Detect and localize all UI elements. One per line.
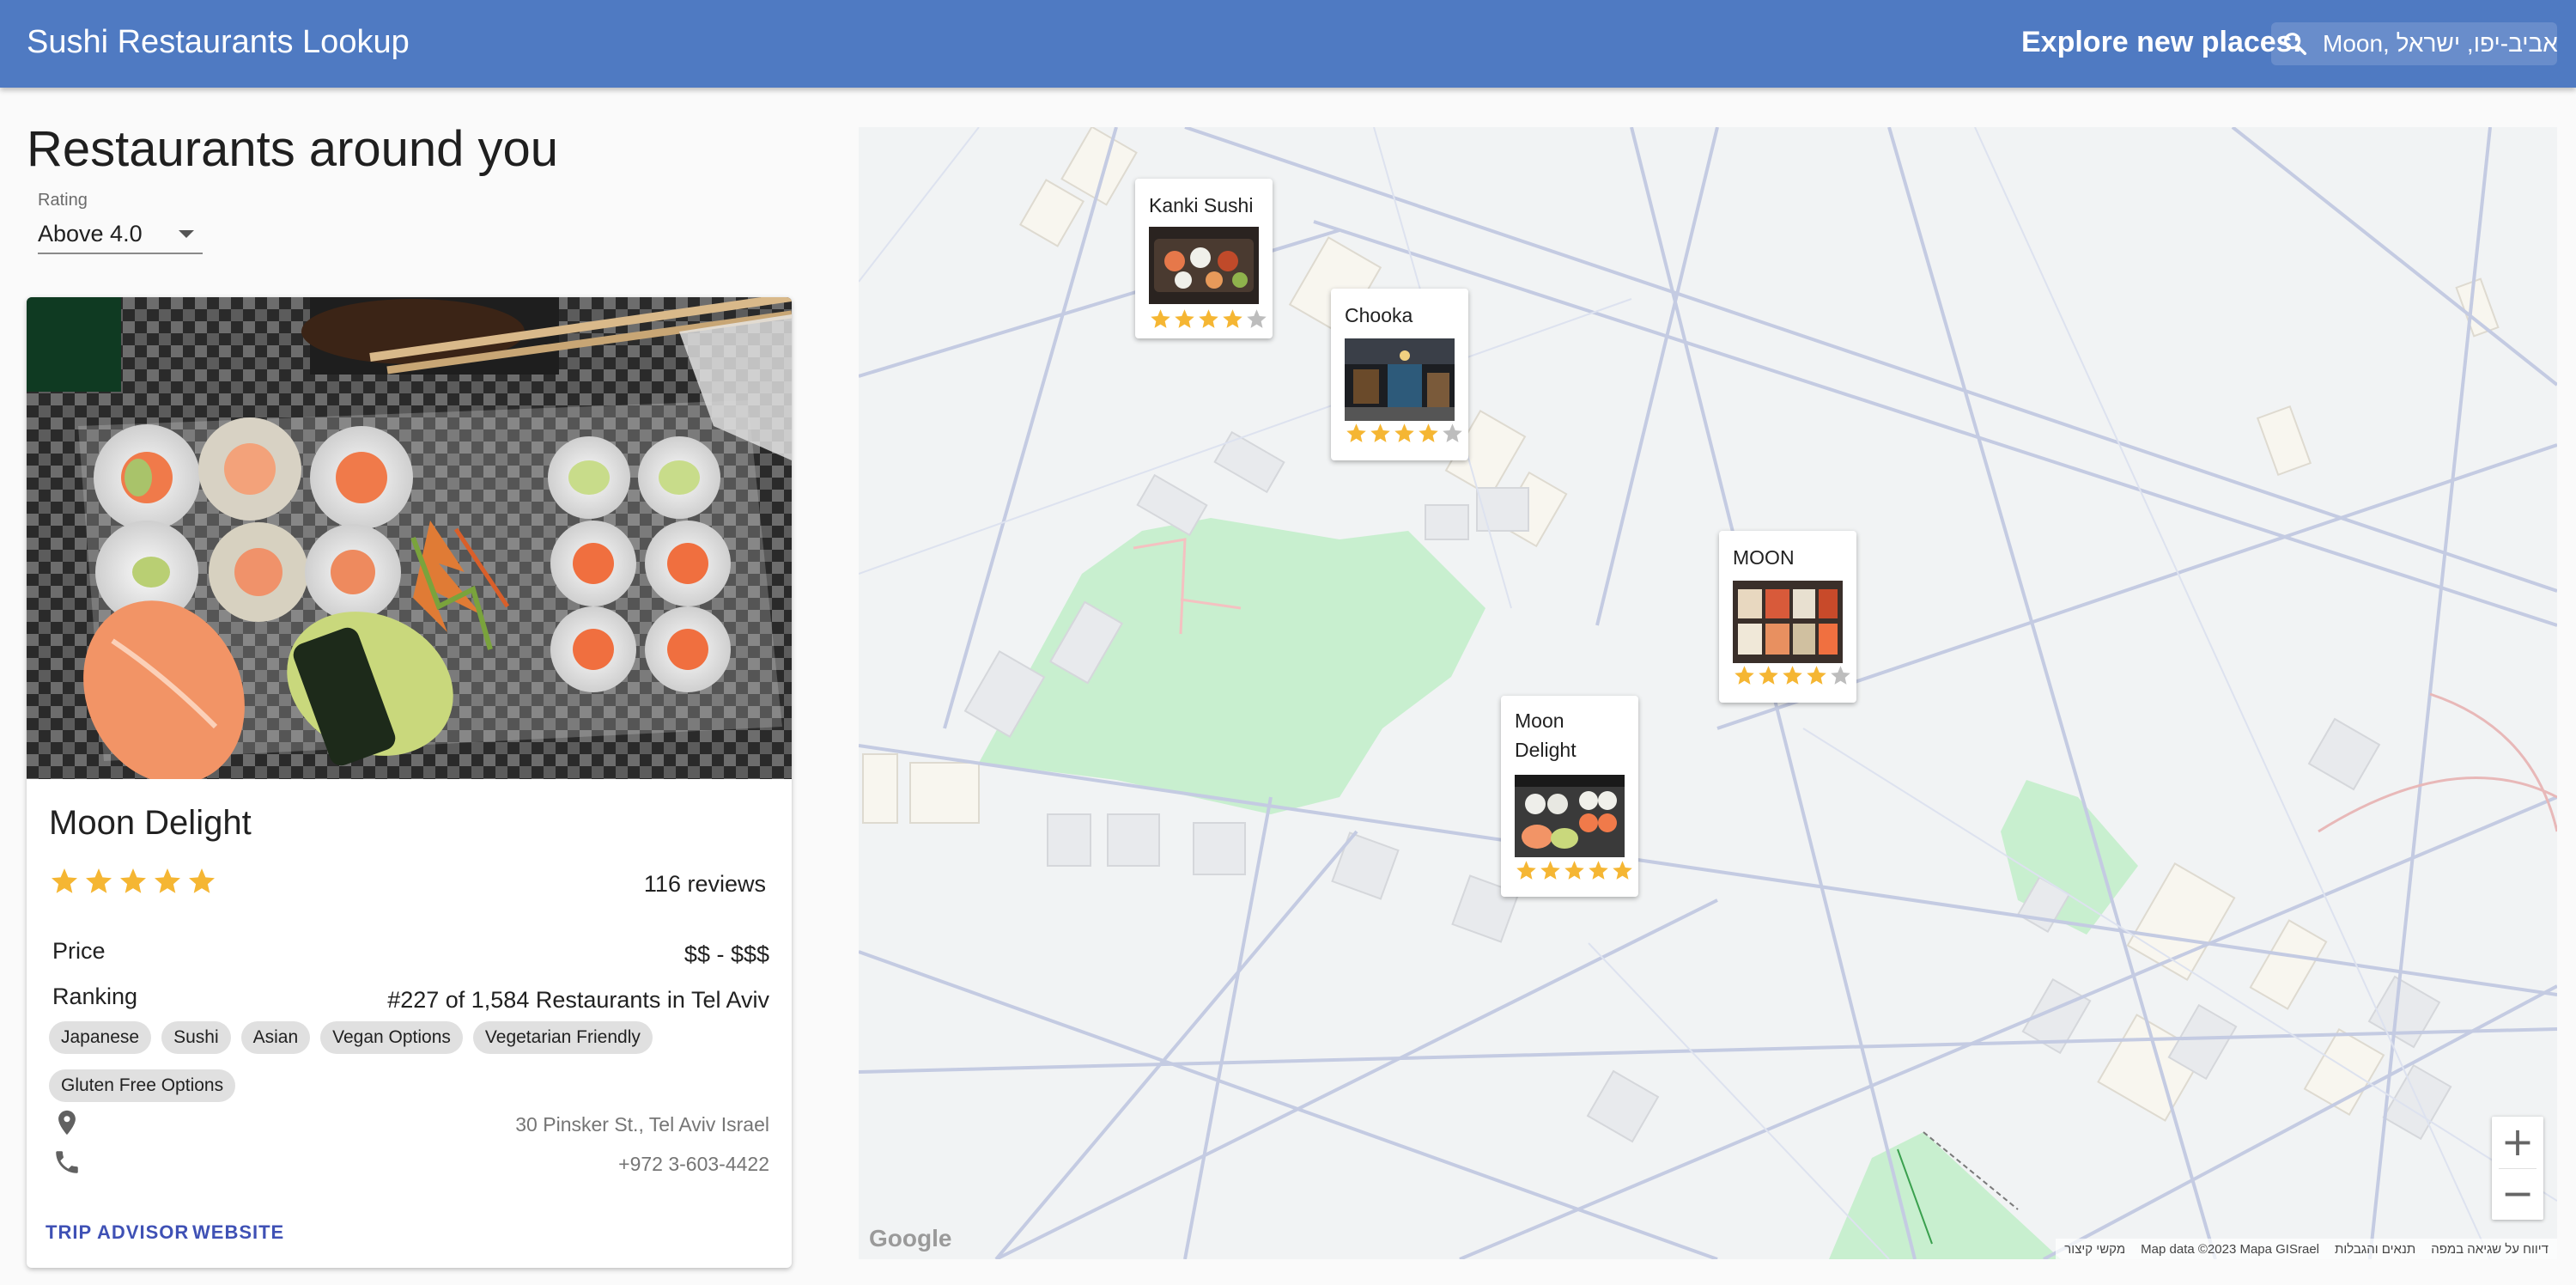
tag-chip: Japanese (49, 1021, 152, 1054)
restaurant-address: 30 Pinsker St., Tel Aviv Israel (515, 1113, 769, 1136)
restaurant-phone: +972 3-603-4422 (618, 1153, 769, 1175)
map-attribution: מקשי קיצור Map data ©2023 Mapa GISrael ת… (2056, 1239, 2557, 1259)
marker-photo (1515, 775, 1625, 857)
marker-name: Moon Delight (1515, 709, 1577, 761)
star-icon (155, 868, 180, 893)
website-link[interactable]: WEBSITE (192, 1221, 284, 1244)
tag-chip: Sushi (161, 1021, 231, 1054)
star-icon (1783, 666, 1802, 685)
zoom-in-button[interactable]: + (2492, 1117, 2543, 1168)
google-logo: Google (869, 1225, 952, 1252)
search-icon (2284, 33, 2307, 56)
star-icon (1589, 861, 1608, 880)
star-icon (1564, 861, 1584, 880)
restaurant-name: Moon Delight (49, 804, 252, 842)
price-value: $$ - $$$ (683, 941, 769, 967)
ranking-value: #227 of 1,584 Restaurants in Tel Aviv (387, 987, 769, 1013)
star-icon (1175, 309, 1194, 328)
marker-photo (1733, 581, 1843, 663)
map-data-text: Map data ©2023 Mapa GISrael (2141, 1241, 2319, 1257)
price-label: Price (52, 938, 106, 964)
marker-rating (1515, 859, 1634, 882)
star-icon (1759, 666, 1778, 685)
star-icon (1516, 861, 1536, 880)
marker-photo (1345, 338, 1455, 421)
map-marker-kanki-sushi[interactable]: Kanki Sushi (1135, 179, 1273, 338)
star-icon (1735, 666, 1754, 685)
rating-filter-label: Rating (38, 191, 88, 210)
marker-name: Chooka (1345, 304, 1413, 326)
location-pin-icon (58, 1110, 76, 1136)
star-icon (1370, 423, 1390, 442)
select-underline (38, 253, 203, 254)
star-empty-icon (1831, 666, 1850, 685)
star-icon (1419, 423, 1438, 442)
map-view[interactable]: Kanki Sushi Chooka MOON Moon Delight + −… (859, 127, 2557, 1259)
marker-rating (1149, 308, 1268, 331)
star-icon (1394, 423, 1414, 442)
explore-label: Explore new places: (2021, 26, 2302, 58)
map-marker-moon[interactable]: MOON (1719, 531, 1856, 703)
tag-chip: Gluten Free Options (49, 1069, 236, 1102)
place-search-input[interactable] (2323, 22, 2557, 65)
tag-chip: Vegan Options (320, 1021, 463, 1054)
star-icon (1807, 666, 1826, 685)
marker-rating (1733, 664, 1852, 687)
cuisine-tags: Japanese Sushi Asian Vegan Options Veget… (49, 1021, 770, 1102)
star-icon (120, 868, 146, 893)
rating-stars (49, 866, 217, 902)
map-marker-moon-delight[interactable]: Moon Delight (1501, 696, 1638, 897)
page-title: Restaurants around you (27, 121, 559, 177)
review-count: 116 reviews (643, 871, 766, 897)
marker-photo (1149, 227, 1259, 304)
marker-name: Kanki Sushi (1149, 194, 1254, 216)
report-error-link[interactable]: דיווח על שגיאה במפה (2431, 1242, 2549, 1257)
map-streets (859, 127, 2557, 1259)
star-empty-icon (1247, 309, 1267, 328)
star-icon (1151, 309, 1170, 328)
map-marker-chooka[interactable]: Chooka (1331, 289, 1468, 460)
rating-filter-select[interactable]: Rating Above 4.0 (38, 189, 203, 254)
star-icon (1199, 309, 1218, 328)
terms-link[interactable]: תנאים והגבלות (2335, 1242, 2415, 1257)
marker-rating (1345, 422, 1464, 445)
marker-name: MOON (1733, 546, 1795, 569)
tag-chip: Asian (240, 1021, 311, 1054)
star-icon (1613, 861, 1632, 880)
restaurant-card: Moon Delight 116 reviews Price $$ - $$$ … (27, 297, 792, 1268)
star-icon (1346, 423, 1366, 442)
phone-icon (56, 1151, 78, 1173)
zoom-out-button[interactable]: − (2492, 1168, 2543, 1220)
restaurant-photo (27, 297, 792, 779)
rating-filter-value[interactable]: Above 4.0 (38, 221, 143, 247)
place-search-box[interactable] (2271, 22, 2557, 65)
keyboard-shortcuts-link[interactable]: מקשי קיצור (2064, 1242, 2125, 1257)
trip-advisor-link[interactable]: TRIP ADVISOR (46, 1221, 189, 1244)
star-icon (189, 868, 215, 893)
star-icon (1223, 309, 1242, 328)
dropdown-arrow-icon[interactable] (179, 230, 194, 238)
star-icon (52, 868, 77, 893)
zoom-controls: + − (2492, 1117, 2543, 1220)
star-empty-icon (1443, 423, 1462, 442)
tag-chip: Vegetarian Friendly (472, 1021, 653, 1054)
star-icon (86, 868, 112, 893)
app-bar: Sushi Restaurants Lookup Explore new pla… (0, 0, 2576, 88)
ranking-label: Ranking (52, 984, 138, 1009)
star-icon (1540, 861, 1560, 880)
app-title: Sushi Restaurants Lookup (27, 24, 410, 60)
